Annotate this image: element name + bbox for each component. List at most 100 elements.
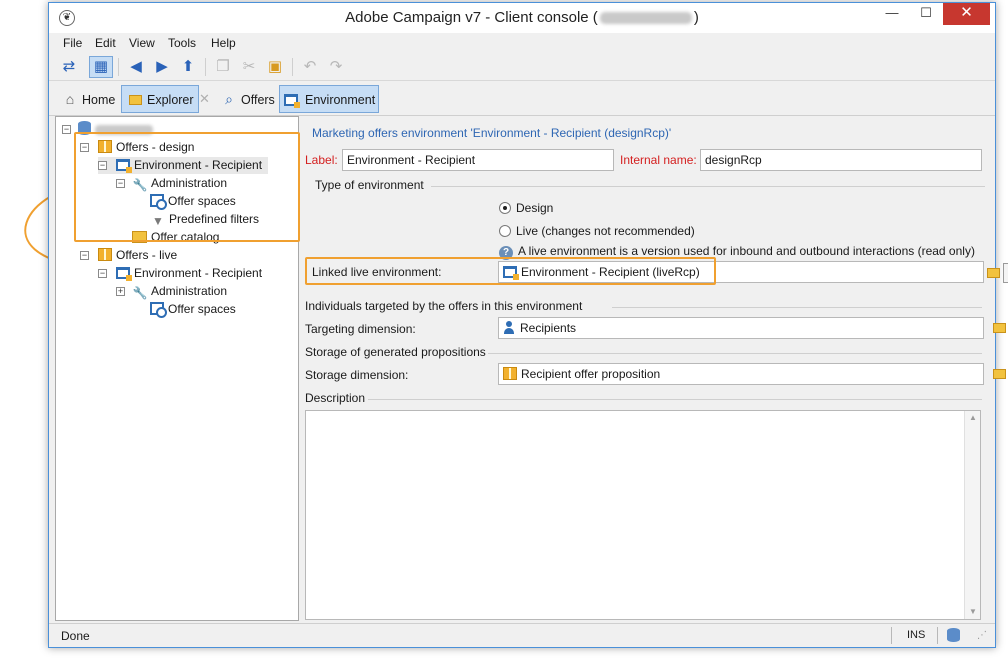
environment-icon bbox=[116, 267, 132, 281]
minimize-button[interactable]: — bbox=[875, 3, 909, 25]
linked-dropdown-button[interactable]: ▼ bbox=[1003, 263, 1008, 283]
status-text: Done bbox=[61, 629, 90, 643]
tree-item-environment-recipient-live[interactable]: − Environment - Recipient bbox=[98, 265, 262, 282]
label-field[interactable]: Environment - Recipient bbox=[342, 149, 614, 171]
expand-icon[interactable]: + bbox=[116, 287, 125, 296]
proposition-icon bbox=[503, 367, 517, 380]
nav-explorer[interactable]: Explorer bbox=[121, 85, 199, 113]
window-title-suffix: ) bbox=[693, 9, 699, 26]
tree-item-offers-live[interactable]: − Offers - live bbox=[80, 247, 177, 264]
status-bar: Done INS ⋰ bbox=[49, 623, 995, 647]
tree-item-label: Offer spaces bbox=[168, 302, 236, 316]
nav-home[interactable]: ⌂ Home bbox=[57, 85, 119, 113]
database-status-icon bbox=[947, 628, 960, 642]
scroll-up-icon[interactable]: ▲ bbox=[965, 411, 981, 425]
nav-environment[interactable]: Environment bbox=[279, 85, 379, 113]
wrench-icon: 🔧 bbox=[132, 286, 148, 300]
resize-grip-icon[interactable]: ⋰ bbox=[977, 630, 987, 641]
nav-home-label: Home bbox=[82, 93, 116, 107]
collapse-icon[interactable]: − bbox=[80, 251, 89, 260]
design-highlight-box bbox=[74, 132, 300, 242]
section-divider bbox=[368, 399, 982, 400]
scroll-down-icon[interactable]: ▼ bbox=[965, 605, 981, 619]
section-title: Individuals targeted by the offers in th… bbox=[305, 299, 583, 313]
internal-name-caption: Internal name: bbox=[620, 153, 697, 167]
label-caption: Label: bbox=[305, 153, 338, 167]
undo-icon[interactable]: ↶ bbox=[298, 56, 322, 78]
maximize-button[interactable]: ☐ bbox=[909, 3, 943, 25]
section-type-of-environment: Type of environment bbox=[305, 178, 985, 192]
menu-bar: File Edit View Tools Help bbox=[49, 33, 995, 53]
collapse-icon[interactable]: − bbox=[62, 125, 71, 134]
menu-view[interactable]: View bbox=[129, 36, 155, 50]
forward-icon[interactable]: ▶ bbox=[150, 56, 174, 78]
info-text: A live environment is a version used for… bbox=[518, 244, 975, 258]
toolbar-separator bbox=[205, 58, 206, 76]
section-divider bbox=[612, 307, 982, 308]
internal-name-field[interactable]: designRcp bbox=[700, 149, 982, 171]
tree-item-label: Offers - live bbox=[116, 248, 178, 262]
tree-item-label: Environment - Recipient bbox=[134, 266, 263, 280]
nav-environment-label: Environment bbox=[305, 93, 376, 107]
offers-search-icon: ⌕ bbox=[225, 91, 233, 107]
menu-help[interactable]: Help bbox=[211, 36, 236, 50]
linked-highlight-box bbox=[305, 257, 716, 285]
section-description: Description bbox=[302, 391, 990, 405]
radio-live-label: Live (changes not recommended) bbox=[516, 224, 695, 238]
targeting-field[interactable]: Recipients bbox=[498, 317, 984, 339]
nav-explorer-label: Explorer bbox=[147, 93, 194, 107]
collapse-icon[interactable]: − bbox=[98, 269, 107, 278]
copy-icon[interactable]: ❐ bbox=[211, 56, 235, 78]
login-icon[interactable]: ⇄ bbox=[57, 56, 81, 78]
description-textarea[interactable]: ▲ ▼ bbox=[305, 410, 981, 620]
paste-icon[interactable]: ▣ bbox=[263, 56, 287, 78]
nav-offers[interactable]: ⌕ Offers bbox=[216, 85, 276, 113]
storage-folder-icon[interactable] bbox=[990, 364, 1008, 384]
window-title: Adobe Campaign v7 - Client console () bbox=[49, 9, 995, 26]
targeting-folder-icon[interactable] bbox=[990, 318, 1008, 338]
section-storage: Storage of generated propositions bbox=[302, 345, 990, 359]
section-individuals: Individuals targeted by the offers in th… bbox=[302, 299, 990, 313]
offer-space-icon bbox=[150, 302, 167, 318]
redo-icon[interactable]: ↷ bbox=[324, 56, 348, 78]
nav-offers-label: Offers bbox=[241, 93, 275, 107]
tree-item-label: Administration bbox=[151, 284, 228, 298]
radio-design[interactable]: Design bbox=[499, 201, 553, 215]
folder-icon bbox=[126, 86, 144, 112]
insert-mode-indicator: INS bbox=[907, 629, 926, 641]
offer-folder-icon bbox=[98, 248, 112, 261]
upload-icon[interactable]: ⬆ bbox=[176, 56, 200, 78]
targeting-caption: Targeting dimension: bbox=[305, 322, 416, 336]
radio-checked-icon bbox=[499, 202, 511, 214]
menu-tools[interactable]: Tools bbox=[168, 36, 196, 50]
tree-item-offer-spaces-live[interactable]: Offer spaces bbox=[150, 301, 236, 318]
radio-live[interactable]: Live (changes not recommended) bbox=[499, 224, 695, 238]
toolbar-separator bbox=[292, 58, 293, 76]
section-title: Description bbox=[305, 391, 366, 405]
status-separator bbox=[891, 627, 892, 644]
storage-field[interactable]: Recipient offer proposition bbox=[498, 363, 984, 385]
storage-caption: Storage dimension: bbox=[305, 368, 409, 382]
radio-design-label: Design bbox=[516, 201, 554, 215]
storage-value: Recipient offer proposition bbox=[521, 367, 661, 381]
radio-unchecked-icon bbox=[499, 225, 511, 237]
menu-edit[interactable]: Edit bbox=[95, 36, 116, 50]
close-tab-icon[interactable]: ✕ bbox=[199, 85, 213, 113]
recipients-icon bbox=[503, 321, 515, 334]
status-separator bbox=[937, 627, 938, 644]
home-icon: ⌂ bbox=[65, 91, 75, 107]
title-bar: ❦ Adobe Campaign v7 - Client console () … bbox=[49, 3, 995, 33]
explorer-toggle-icon[interactable]: ▦ bbox=[89, 56, 113, 78]
tree-item-administration-live[interactable]: + 🔧 Administration bbox=[116, 283, 227, 300]
cut-icon[interactable]: ✂ bbox=[237, 56, 261, 78]
section-title: Storage of generated propositions bbox=[305, 345, 486, 359]
description-scrollbar[interactable]: ▲ ▼ bbox=[964, 411, 980, 619]
app-window: ❦ Adobe Campaign v7 - Client console () … bbox=[48, 2, 1008, 648]
linked-folder-icon[interactable] bbox=[984, 263, 1002, 283]
back-icon[interactable]: ◀ bbox=[124, 56, 148, 78]
navigation-bar: ⌂ Home Explorer ✕ ⌕ Offers Environment bbox=[49, 82, 995, 116]
form-title: Marketing offers environment 'Environmen… bbox=[312, 126, 672, 140]
menu-file[interactable]: File bbox=[63, 36, 82, 50]
close-button[interactable]: ✕ bbox=[943, 3, 990, 25]
section-title: Type of environment bbox=[315, 178, 424, 192]
